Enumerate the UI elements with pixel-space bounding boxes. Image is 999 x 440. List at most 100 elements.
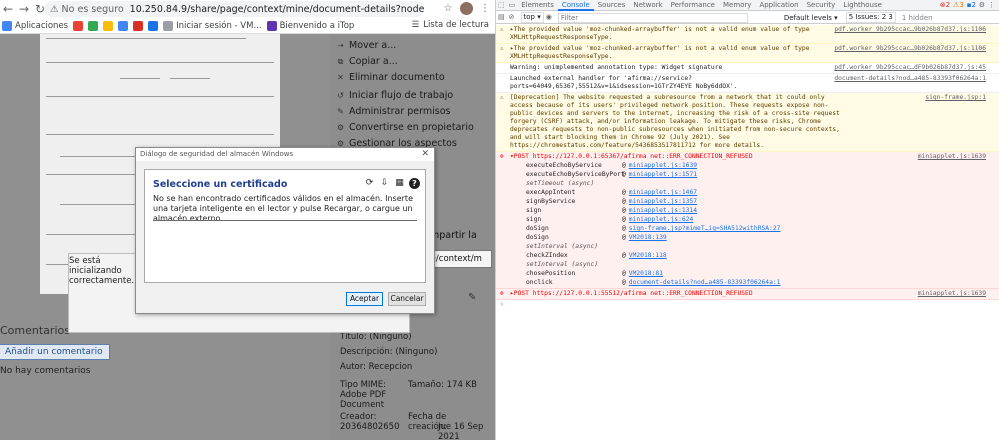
action-permissions[interactable]: ✎ Administrar permisos [336, 106, 450, 117]
clear-console-icon[interactable]: ⊘ [507, 12, 517, 23]
tab-sources[interactable]: Sources [594, 0, 630, 11]
tab-security[interactable]: Security [803, 0, 840, 11]
site-icon [266, 20, 277, 31]
console-message-warning[interactable]: ⚠ pdf.worker 9b295ccac…9b026b87d37.js:11… [496, 25, 999, 44]
comments-heading: Comentarios [0, 324, 70, 337]
stack-frame-link[interactable]: VM2018:81 [629, 270, 663, 277]
stack-frame-link[interactable]: miniapplet.js:1467 [629, 189, 697, 196]
profile-avatar[interactable] [460, 2, 473, 15]
bookmark-icon-6[interactable] [148, 20, 159, 31]
action-workflow[interactable]: ↺ Iniciar flujo de trabajo [336, 90, 453, 101]
back-icon[interactable]: ← [0, 2, 16, 16]
stack-frame-link[interactable]: miniapplet.js:1357 [629, 198, 697, 205]
dialog-toolbar: ⟳ ⇩ ▦ ? [364, 178, 420, 189]
stack-frame-link[interactable]: miniapplet.js:1639 [629, 162, 697, 169]
tab-console[interactable]: Console [557, 0, 594, 11]
tab-memory[interactable]: Memory [719, 0, 755, 11]
export-icon[interactable]: ⇩ [379, 178, 390, 189]
tab-performance[interactable]: Performance [667, 0, 719, 11]
copy-icon: ⧉ [337, 57, 344, 66]
stack-frame-link[interactable]: VM2018:118 [629, 252, 667, 259]
console-filter-input[interactable] [557, 12, 748, 23]
device-toolbar-icon[interactable]: ▭ [507, 0, 518, 11]
message-source-link[interactable]: pdf.worker 9b295ccac…9b026b87d37.js:1106 [834, 26, 986, 34]
bookmark-icon-3[interactable] [103, 20, 114, 31]
action-delete[interactable]: ✕ Eliminar documento [336, 72, 445, 83]
address-bar[interactable]: ⚠ No es seguro 10.250.84.9/share/page/co… [44, 1, 424, 17]
certificate-view-icon[interactable]: ▦ [394, 178, 405, 189]
console-toolbar: ▤ ⊘ top ▾ ◉ Default levels ▾ 5 Issues: 2… [496, 12, 999, 24]
not-secure-warning[interactable]: ⚠ No es seguro [50, 4, 124, 15]
meta-mime-label: Tipo MIME: [340, 380, 386, 390]
meta-size: Tamaño: 174 KB [408, 380, 477, 390]
stack-frame-link[interactable]: miniapplet.js:1571 [629, 171, 697, 178]
live-expression-eye-icon[interactable]: ◉ [544, 12, 554, 23]
message-source-link[interactable]: miniapplet.js:1639 [918, 153, 986, 161]
log-levels-dropdown[interactable]: Default levels ▾ [784, 14, 838, 22]
stack-frame-link[interactable]: miniapplet.js:1314 [629, 207, 697, 214]
add-comment-button[interactable]: Añadir un comentario [0, 344, 110, 360]
tab-application[interactable]: Application [755, 0, 802, 11]
tab-network[interactable]: Network [629, 0, 666, 11]
error-count-badge: ⊗2 [939, 1, 951, 9]
bookmarks-bar: Aplicaciones Iniciar sesión - VM... Bien… [0, 18, 495, 34]
devtools-tabbar: ⬚ ▭ Elements Console Sources Network Per… [496, 0, 999, 11]
stack-frame-link[interactable]: miniapplet.js:624 [629, 216, 693, 223]
context-selector[interactable]: top ▾ [520, 12, 544, 23]
accept-button[interactable]: Aceptar [346, 292, 383, 306]
tab-lighthouse[interactable]: Lighthouse [839, 0, 886, 11]
reading-list[interactable]: ☰ Lista de lectura [412, 20, 489, 30]
console-message-deprecation[interactable]: ⚠ sign-frame.jsp:1 [Deprecation] The web… [496, 93, 999, 152]
console-message-info[interactable]: document-details?nod…a485-83393f06264a:1… [496, 74, 999, 93]
inspect-element-icon[interactable]: ⬚ [496, 0, 507, 11]
action-take-ownership[interactable]: ⚙ Convertirse en propietario [336, 122, 474, 133]
edit-pencil-icon[interactable]: ✎ [468, 292, 476, 303]
share-label: mpartir la [430, 230, 477, 241]
message-source-link[interactable]: pdf.worker 9b295ccac…dF9b026b87d37.js:45 [834, 64, 986, 72]
bookmark-itop[interactable]: Bienvenido a iTop [266, 20, 354, 31]
action-copy[interactable]: ⧉ Copiar a... [336, 56, 398, 67]
bookmark-icon-4[interactable] [118, 20, 129, 31]
reload-icon[interactable]: ⟳ [364, 178, 375, 189]
hidden-count: 1 hidden [901, 13, 933, 22]
bookmark-star-icon[interactable]: ☆ [442, 3, 454, 15]
site-icon [73, 20, 84, 31]
help-icon[interactable]: ? [409, 178, 420, 189]
bookmark-icon-1[interactable] [73, 20, 84, 31]
issue-badges[interactable]: ⊗2 ⚠3 ▪2 [940, 0, 976, 11]
close-icon[interactable]: ✕ [421, 148, 429, 161]
stack-frame: checkZIndex @ VM2018:118 [526, 252, 667, 259]
toolbar-icons: ☆ ⋮ [442, 2, 491, 15]
console-prompt[interactable]: › [496, 300, 999, 310]
message-source-link[interactable]: document-details?nod…a485-83393f06264a:1 [834, 75, 986, 83]
bookmark-apps[interactable]: Aplicaciones [2, 20, 68, 31]
dialog-heading: Seleccione un certificado [153, 179, 288, 190]
cancel-button[interactable]: Cancelar [388, 292, 426, 306]
issues-button[interactable]: 5 Issues: 2 3 [845, 12, 896, 23]
message-source-link[interactable]: miniapplet.js:1639 [918, 290, 986, 298]
message-source-link[interactable]: sign-frame.jsp:1 [925, 94, 986, 102]
stack-frame-link[interactable]: VM2018:139 [629, 234, 667, 241]
tab-elements[interactable]: Elements [517, 0, 558, 11]
bookmark-icon-2[interactable] [88, 20, 99, 31]
stack-frame: onclick @ document-details?nod…a485-83393f… [526, 279, 781, 286]
more-dots-icon[interactable]: ⋮ [986, 0, 997, 11]
sidebar-toggle-icon[interactable]: ▤ [496, 12, 507, 23]
console-message-warning[interactable]: ⚠ pdf.worker 9b295ccac…9b026b87d37.js:11… [496, 44, 999, 63]
console-message-error[interactable]: ⊗ miniapplet.js:1639 ▾POST https://127.0… [496, 152, 999, 289]
console-message-info[interactable]: pdf.worker 9b295ccac…dF9b026b87d37.js:45… [496, 63, 999, 74]
bookmark-vm-login[interactable]: Iniciar sesión - VM... [163, 20, 262, 31]
message-source-link[interactable]: pdf.worker 9b295ccac…9b026b87d37.js:1106 [834, 45, 986, 53]
bookmark-icon-5[interactable] [133, 20, 144, 31]
stack-frame-link[interactable]: sign-frame.jsp?mimeT…ig=SHA512withRSA:27 [629, 225, 781, 232]
action-move[interactable]: ⇢ Mover a... [336, 40, 396, 51]
stack-frame: doSign @ sign-frame.jsp?mimeT…ig=SHA512wit… [526, 225, 781, 232]
console-message-error[interactable]: ⊗ miniapplet.js:1639 ▸POST https://127.0… [496, 289, 999, 300]
stack-frame-link[interactable]: document-details?nod…a485-83393f06264a:1 [629, 279, 781, 286]
stack-frame: sign @ miniapplet.js:624 [526, 216, 694, 223]
site-icon [163, 20, 174, 31]
menu-dots-icon[interactable]: ⋮ [479, 3, 491, 15]
forward-icon[interactable]: → [16, 2, 32, 16]
browser-window: ← → ↻ ⚠ No es seguro 10.250.84.9/share/p… [0, 0, 495, 440]
meta-creator-label: Creador: [340, 412, 377, 422]
